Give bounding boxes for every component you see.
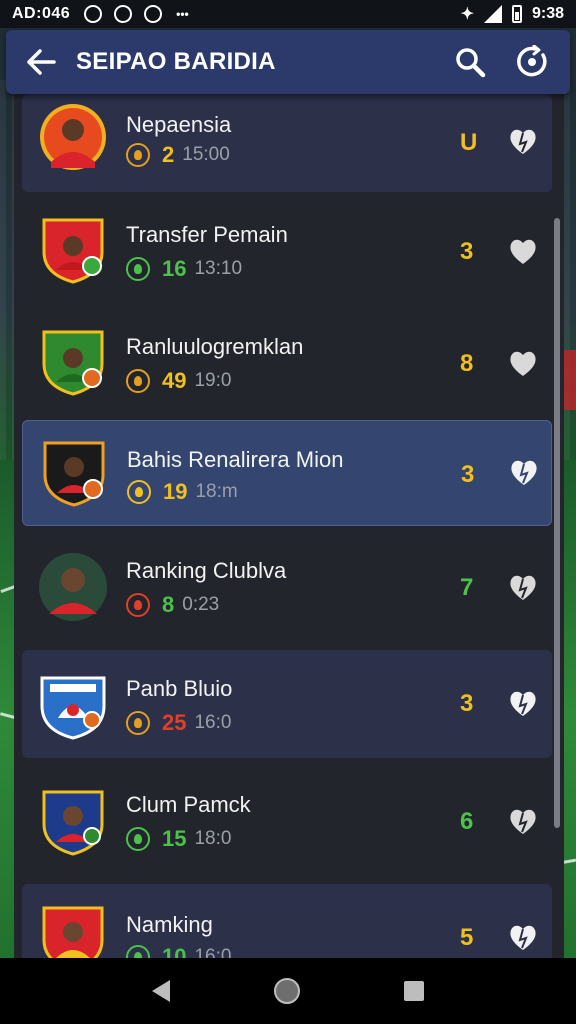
item-score: 25 <box>162 710 187 735</box>
favorite-icon[interactable] <box>506 234 540 268</box>
item-title: Ranluulogremklan <box>126 334 304 359</box>
item-title: Transfer Pemain <box>126 222 288 247</box>
match-status-icon <box>126 827 150 851</box>
refresh-icon <box>517 45 547 77</box>
match-status-icon <box>126 711 150 735</box>
list-item[interactable]: Namking 10 16:0 5 <box>22 884 552 960</box>
item-rank: 3 <box>460 690 474 717</box>
favorite-icon[interactable] <box>506 804 540 838</box>
favorite-icon[interactable] <box>506 124 540 158</box>
item-time: 19:0 <box>194 370 232 391</box>
item-time: 18:m <box>195 481 238 502</box>
list-item[interactable]: Clum Pamck 15 18:0 6 <box>22 762 552 880</box>
item-rank: 5 <box>460 924 474 951</box>
item-score: 15 <box>162 826 187 851</box>
more-notifications-icon: ••• <box>176 7 189 21</box>
search-button[interactable] <box>450 42 490 82</box>
refresh-button[interactable] <box>512 42 552 82</box>
nav-home-icon[interactable] <box>274 978 300 1004</box>
club-badge <box>38 214 108 284</box>
signal-icon <box>483 5 502 23</box>
item-title: Clum Pamck <box>126 792 251 817</box>
item-title: Namking <box>126 912 213 937</box>
item-title: Panb Bluio <box>126 676 233 701</box>
search-icon <box>456 48 486 78</box>
list-item-selected[interactable]: Bahis Renalirera Mion 19 18:m 3 <box>22 420 552 526</box>
player-avatar <box>38 102 108 172</box>
list-item[interactable]: Nepaensia 2 15:00 U <box>22 94 552 192</box>
item-time: 15:00 <box>182 144 230 165</box>
item-rank: 6 <box>460 808 474 835</box>
item-title: Bahis Renalirera Mion <box>127 447 344 472</box>
item-score: 16 <box>162 256 187 281</box>
system-navigation-bar <box>0 958 576 1024</box>
match-status-icon <box>126 257 150 281</box>
club-badge <box>38 786 108 856</box>
favorite-icon[interactable] <box>506 570 540 604</box>
favorite-icon[interactable] <box>507 455 541 489</box>
item-score: 19 <box>163 479 188 504</box>
chat-icon <box>144 5 163 23</box>
list-item[interactable]: Ranluulogremklan 49 19:0 8 <box>22 308 552 416</box>
club-badge <box>38 670 108 740</box>
item-time: 16:0 <box>194 712 232 733</box>
back-button[interactable] <box>6 30 76 94</box>
list-item[interactable]: Panb Bluio 25 16:0 3 <box>22 650 552 758</box>
item-title: Ranking Clublva <box>126 558 287 583</box>
item-score: 49 <box>162 368 187 393</box>
club-badge <box>38 326 108 396</box>
list-scrollbar[interactable] <box>554 218 560 828</box>
item-time: 13:10 <box>194 258 243 279</box>
match-status-icon <box>126 369 150 393</box>
item-rank: 3 <box>461 461 475 488</box>
item-rank: U <box>460 129 478 156</box>
list-item[interactable]: Transfer Pemain 16 13:10 3 <box>22 196 552 304</box>
item-time: 0:23 <box>182 594 220 615</box>
nav-back-icon[interactable] <box>152 980 170 1002</box>
club-badge <box>38 902 108 960</box>
match-status-icon <box>126 143 150 167</box>
item-score: 2 <box>162 142 175 167</box>
status-time: AD:046 <box>12 5 71 22</box>
page-title: SEIPAO BARIDIA <box>76 48 276 75</box>
arrow-left-icon <box>27 49 56 75</box>
status-bar: AD:046 ••• ✦ 9:38 <box>0 0 576 28</box>
battery-icon <box>511 5 522 23</box>
match-status-icon <box>126 593 150 617</box>
app-bar: SEIPAO BARIDIA <box>6 30 570 94</box>
location-icon <box>114 5 133 23</box>
item-time: 18:0 <box>194 828 232 849</box>
favorite-icon[interactable] <box>506 686 540 720</box>
match-status-icon <box>127 480 151 504</box>
item-score: 8 <box>162 592 175 617</box>
wifi-icon: ✦ <box>460 6 474 23</box>
favorite-icon[interactable] <box>506 346 540 380</box>
favorite-icon[interactable] <box>506 920 540 954</box>
nav-recents-icon[interactable] <box>404 981 424 1001</box>
item-title: Nepaensia <box>126 112 232 137</box>
notification-icon <box>84 5 103 23</box>
ranking-list: Nepaensia 2 15:00 U Transfer Pemain 16 1… <box>14 94 564 960</box>
player-avatar <box>38 552 108 622</box>
item-rank: 8 <box>460 350 474 377</box>
club-badge <box>39 437 109 507</box>
item-rank: 3 <box>460 238 474 265</box>
status-clock: 9:38 <box>531 5 564 22</box>
list-item[interactable]: Ranking Clublva 8 0:23 7 <box>22 532 552 644</box>
item-rank: 7 <box>460 574 474 601</box>
